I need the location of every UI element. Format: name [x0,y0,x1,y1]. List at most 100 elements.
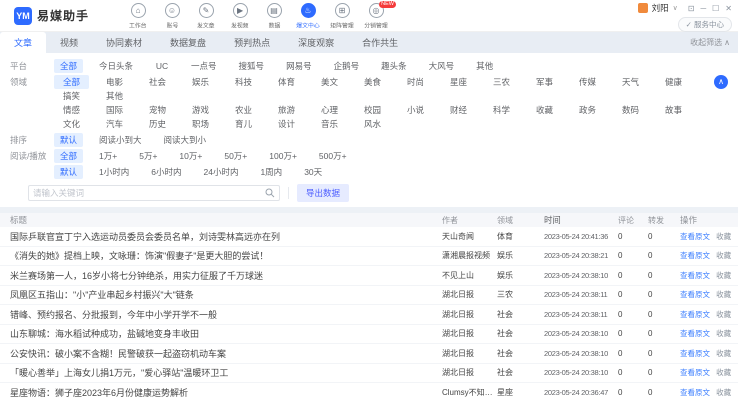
field-filter-chip[interactable]: 美文 [312,75,347,89]
field-filter-chip[interactable]: 政务 [570,103,605,117]
nav-item[interactable]: ☺ 账号 [155,3,189,30]
field-filter-chip[interactable]: 科学 [484,103,519,117]
view-original-link[interactable]: 查看原文 [680,310,710,319]
nav-item[interactable]: ⊞ 矩阵管理 [325,3,359,30]
field-filter-chip[interactable]: 传媒 [570,75,605,89]
view-original-link[interactable]: 查看原文 [680,349,710,358]
field-filter-chip[interactable]: 财经 [441,103,476,117]
field-filter-chip[interactable]: 音乐 [312,117,347,131]
view-original-link[interactable]: 查看原文 [680,271,710,280]
platform-filter-chip[interactable]: 今日头条 [93,59,139,73]
field-filter-chip[interactable]: 汽车 [97,117,132,131]
article-title[interactable]: 星座物语：狮子座2023年6月份健康运势解析 [0,386,442,399]
platform-filter-chip[interactable]: 全部 [54,59,83,73]
view-original-link[interactable]: 查看原文 [680,290,710,299]
platform-filter-chip[interactable]: UC [149,59,175,73]
nav-item[interactable]: ▶ 发视频 [223,3,257,30]
search-input[interactable] [33,188,261,198]
field-filter-chip[interactable]: 数码 [613,103,648,117]
search-icon[interactable] [265,188,275,198]
field-filter-chip[interactable]: 小说 [398,103,433,117]
tab[interactable]: 数据复盘 [156,32,220,53]
tab[interactable]: 协同素材 [92,32,156,53]
user-avatar[interactable] [638,3,648,13]
article-title[interactable]: 凤凰区五指山："小"产业串起乡村振兴"大"链条 [0,288,442,301]
field-filter-chip[interactable]: 情感 [54,103,89,117]
article-title[interactable]: 公安快讯：破小案不含糊！民警破获一起盗窃机动车案 [0,347,442,360]
favorite-link[interactable]: 收藏 [716,349,731,358]
field-filter-chip[interactable]: 国际 [97,103,132,117]
article-title[interactable]: 国际乒联官宣丁宁入选运动员委员会委员名单，刘诗雯林高远亦在列 [0,230,442,243]
nav-item[interactable]: ♨ 爆文中心 [291,3,325,30]
reads-filter-chip[interactable]: 100万+ [263,149,303,163]
reads-filter-chip[interactable]: 500万+ [313,149,353,163]
field-filter-chip[interactable]: 收藏 [527,103,562,117]
reads-filter-chip[interactable]: 50万+ [218,149,253,163]
field-filter-chip[interactable]: 育儿 [226,117,261,131]
view-original-link[interactable]: 查看原文 [680,251,710,260]
favorite-link[interactable]: 收藏 [716,310,731,319]
field-filter-chip[interactable]: 心理 [312,103,347,117]
nav-item[interactable]: ✎ 发文章 [189,3,223,30]
field-filter-chip[interactable]: 体育 [269,75,304,89]
favorite-link[interactable]: 收藏 [716,368,731,377]
field-filter-chip[interactable]: 健康 [656,75,691,89]
tab[interactable]: 预判热点 [220,32,284,53]
sort-filter-chip[interactable]: 阅读小到大 [93,133,148,147]
reads-filter-chip[interactable]: 全部 [54,149,83,163]
favorite-link[interactable]: 收藏 [716,251,731,260]
field-filter-chip[interactable]: 农业 [226,103,261,117]
time-filter-chip[interactable]: 1小时内 [93,165,135,179]
tab[interactable]: 视频 [46,32,92,53]
field-filter-chip[interactable]: 风水 [355,117,390,131]
collapse-categories-button[interactable]: ∧ [714,75,728,89]
collapse-filters-button[interactable]: 收起筛选 ∧ [690,32,730,53]
tab[interactable]: 文章 [0,32,46,53]
view-original-link[interactable]: 查看原文 [680,388,710,397]
field-filter-chip[interactable]: 娱乐 [183,75,218,89]
field-filter-chip[interactable]: 全部 [54,75,89,89]
platform-filter-chip[interactable]: 网易号 [280,59,318,73]
platform-filter-chip[interactable]: 大风号 [423,59,461,73]
field-filter-chip[interactable]: 其他 [97,89,132,103]
platform-filter-chip[interactable]: 搜狐号 [233,59,271,73]
field-filter-chip[interactable]: 校园 [355,103,390,117]
view-original-link[interactable]: 查看原文 [680,232,710,241]
view-original-link[interactable]: 查看原文 [680,329,710,338]
field-filter-chip[interactable]: 搞笑 [54,89,89,103]
platform-filter-chip[interactable]: 一点号 [185,59,223,73]
field-filter-chip[interactable]: 历史 [140,117,175,131]
platform-filter-chip[interactable]: 趣头条 [375,59,413,73]
view-original-link[interactable]: 查看原文 [680,368,710,377]
field-filter-chip[interactable]: 文化 [54,117,89,131]
field-filter-chip[interactable]: 故事 [656,103,691,117]
nav-item[interactable]: ⌂ 工作台 [121,3,155,30]
field-filter-chip[interactable]: 旅游 [269,103,304,117]
field-filter-chip[interactable]: 时尚 [398,75,433,89]
maximize-icon[interactable]: ☐ [712,4,719,13]
field-filter-chip[interactable]: 游戏 [183,103,218,117]
reads-filter-chip[interactable]: 5万+ [133,149,163,163]
favorite-link[interactable]: 收藏 [716,329,731,338]
nav-item[interactable]: ▤ 数据 [257,3,291,30]
close-icon[interactable]: ✕ [725,4,732,13]
favorite-link[interactable]: 收藏 [716,271,731,280]
theme-icon[interactable]: ⊡ [688,4,695,13]
field-filter-chip[interactable]: 宠物 [140,103,175,117]
time-filter-chip[interactable]: 1周内 [254,165,288,179]
minimize-icon[interactable]: ─ [700,4,706,13]
time-filter-chip[interactable]: 30天 [298,165,328,179]
field-filter-chip[interactable]: 星座 [441,75,476,89]
time-filter-chip[interactable]: 默认 [54,165,83,179]
tab[interactable]: 深度观察 [284,32,348,53]
field-filter-chip[interactable]: 电影 [97,75,132,89]
favorite-link[interactable]: 收藏 [716,290,731,299]
article-title[interactable]: 山东聊城：海水稻试种成功，盐碱地变身丰收田 [0,327,442,340]
favorite-link[interactable]: 收藏 [716,232,731,241]
time-filter-chip[interactable]: 6小时内 [145,165,187,179]
field-filter-chip[interactable]: 社会 [140,75,175,89]
sort-filter-chip[interactable]: 阅读大到小 [158,133,213,147]
service-center-button[interactable]: ✓ 服务中心 [678,17,732,32]
platform-filter-chip[interactable]: 企鹅号 [328,59,366,73]
field-filter-chip[interactable]: 科技 [226,75,261,89]
